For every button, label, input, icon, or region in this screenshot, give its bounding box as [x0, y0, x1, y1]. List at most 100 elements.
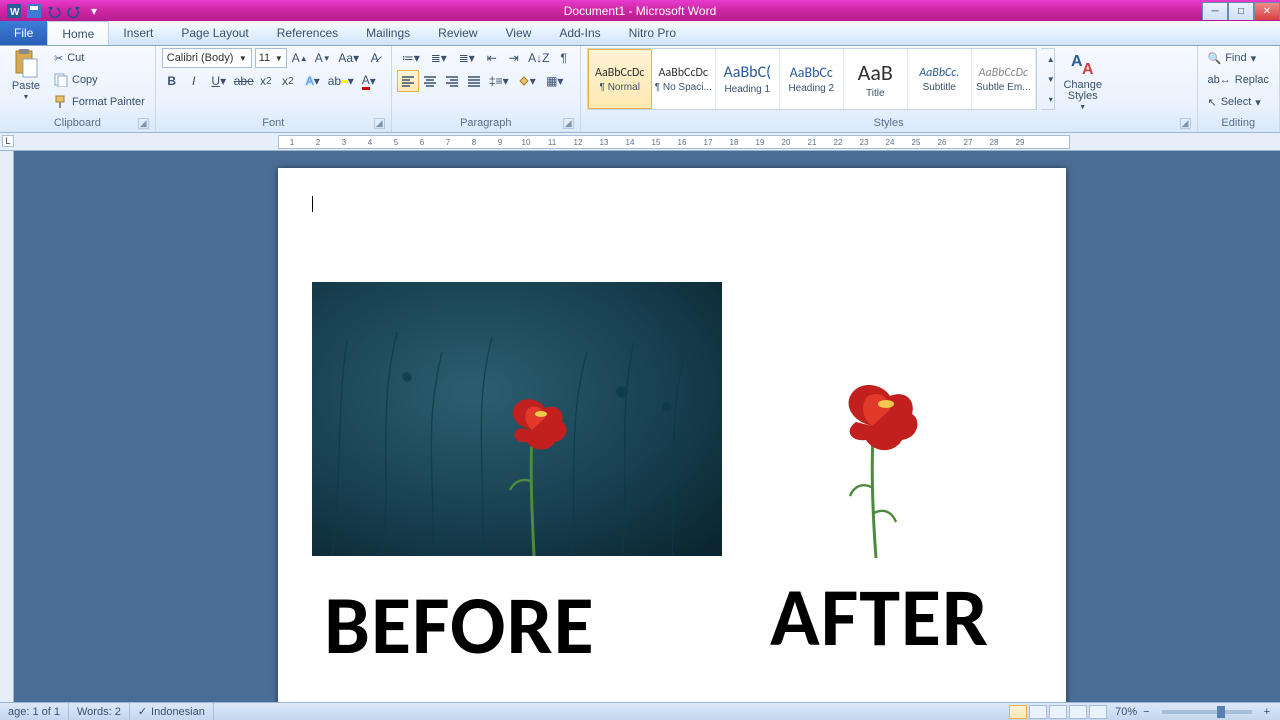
- status-language[interactable]: ✓Indonesian: [130, 703, 214, 720]
- horizontal-ruler[interactable]: 1234567891011121314151617181920212223242…: [278, 135, 1070, 149]
- styles-dialog-launcher[interactable]: ◢: [1180, 118, 1191, 129]
- change-styles-button[interactable]: AA Change Styles ▼: [1059, 48, 1107, 111]
- align-center-button[interactable]: [420, 71, 440, 91]
- minimize-button[interactable]: ─: [1202, 2, 1228, 20]
- tab-page-layout[interactable]: Page Layout: [167, 21, 262, 45]
- clipboard-dialog-launcher[interactable]: ◢: [138, 118, 149, 129]
- tab-mailings[interactable]: Mailings: [352, 21, 424, 45]
- borders-button[interactable]: ▦▾: [542, 71, 568, 91]
- align-left-button[interactable]: [398, 71, 418, 91]
- maximize-button[interactable]: □: [1228, 2, 1254, 20]
- undo-icon[interactable]: [46, 3, 62, 19]
- find-label: Find: [1225, 52, 1246, 64]
- eraser-icon: A̷: [371, 51, 379, 65]
- tab-home[interactable]: Home: [47, 21, 109, 45]
- word-icon[interactable]: W: [6, 3, 22, 19]
- italic-button[interactable]: I: [184, 71, 204, 91]
- styles-scroll-down[interactable]: ▼: [1041, 69, 1061, 89]
- style-heading-2[interactable]: AaBbCcHeading 2: [780, 49, 844, 109]
- redo-icon[interactable]: [66, 3, 82, 19]
- highlighter-icon: ab: [328, 74, 341, 88]
- font-size-combo[interactable]: 11▼: [255, 48, 287, 68]
- font-name-combo[interactable]: Calibri (Body)▼: [162, 48, 252, 68]
- justify-button[interactable]: [464, 71, 484, 91]
- select-button[interactable]: ↖Select ▾: [1204, 92, 1274, 112]
- tab-references[interactable]: References: [263, 21, 352, 45]
- title-bar: W ▾ Document1 - Microsoft Word ─ □ ✕: [0, 0, 1280, 21]
- paragraph-dialog-launcher[interactable]: ◢: [563, 118, 574, 129]
- vertical-ruler[interactable]: [0, 151, 14, 702]
- tab-review[interactable]: Review: [424, 21, 491, 45]
- styles-scroll-up[interactable]: ▲: [1041, 49, 1061, 69]
- zoom-slider-thumb[interactable]: [1217, 706, 1225, 718]
- decrease-indent-button[interactable]: ⇤: [482, 48, 502, 68]
- zoom-in-button[interactable]: +: [1260, 706, 1274, 718]
- font-dialog-launcher[interactable]: ◢: [374, 118, 385, 129]
- before-image[interactable]: [312, 282, 722, 556]
- view-draft[interactable]: [1089, 705, 1107, 719]
- tab-nitro[interactable]: Nitro Pro: [615, 21, 690, 45]
- multilevel-list-button[interactable]: ≣▾: [454, 48, 480, 68]
- replace-icon: ab↔: [1208, 74, 1231, 86]
- align-right-button[interactable]: [442, 71, 462, 91]
- sort-button[interactable]: A↓Z: [526, 48, 552, 68]
- format-painter-button[interactable]: Format Painter: [50, 92, 149, 112]
- increase-indent-button[interactable]: ⇥: [504, 48, 524, 68]
- tab-selector[interactable]: L: [2, 135, 14, 147]
- subscript-button[interactable]: x2: [256, 71, 276, 91]
- style--normal[interactable]: AaBbCcDc¶ Normal: [588, 49, 652, 109]
- style-gallery: AaBbCcDc¶ NormalAaBbCcDc¶ No Spaci...AaB…: [587, 48, 1037, 110]
- view-web-layout[interactable]: [1049, 705, 1067, 719]
- save-icon[interactable]: [26, 3, 42, 19]
- tab-addins[interactable]: Add-Ins: [545, 21, 614, 45]
- style-subtle-em-[interactable]: AaBbCcDcSubtle Em...: [972, 49, 1036, 109]
- grow-font-button[interactable]: A▲: [290, 48, 310, 68]
- view-full-screen[interactable]: [1029, 705, 1047, 719]
- style-subtitle[interactable]: AaBbCc.Subtitle: [908, 49, 972, 109]
- close-button[interactable]: ✕: [1254, 2, 1280, 20]
- bullets-button[interactable]: ≔▾: [398, 48, 424, 68]
- after-image[interactable]: [818, 378, 928, 558]
- change-case-button[interactable]: Aa▾: [336, 48, 362, 68]
- show-marks-button[interactable]: ¶: [554, 48, 574, 68]
- line-spacing-button[interactable]: ‡≡▾: [486, 71, 512, 91]
- zoom-slider[interactable]: [1162, 710, 1252, 714]
- style-preview: AaBbC(: [724, 63, 771, 82]
- underline-button[interactable]: U▾: [206, 71, 232, 91]
- strikethrough-button[interactable]: abe: [234, 71, 254, 91]
- text-effects-button[interactable]: A▾: [300, 71, 326, 91]
- zoom-value[interactable]: 70%: [1115, 706, 1137, 718]
- bold-button[interactable]: B: [162, 71, 182, 91]
- tab-view[interactable]: View: [492, 21, 546, 45]
- paste-button[interactable]: Paste ▼: [6, 48, 46, 101]
- find-button[interactable]: 🔍Find ▾: [1204, 48, 1274, 68]
- view-print-layout[interactable]: [1009, 705, 1027, 719]
- superscript-button[interactable]: x2: [278, 71, 298, 91]
- replace-button[interactable]: ab↔ Replac: [1204, 70, 1274, 90]
- style-title[interactable]: AaBTitle: [844, 49, 908, 109]
- highlight-button[interactable]: ab▾: [328, 71, 354, 91]
- status-page[interactable]: age: 1 of 1: [0, 703, 69, 720]
- status-words[interactable]: Words: 2: [69, 703, 130, 720]
- qat-more-icon[interactable]: ▾: [86, 3, 102, 19]
- style--no-spaci-[interactable]: AaBbCcDc¶ No Spaci...: [652, 49, 716, 109]
- replace-label: Replac: [1235, 74, 1269, 86]
- shrink-font-button[interactable]: A▼: [313, 48, 333, 68]
- copy-button[interactable]: Copy: [50, 70, 149, 90]
- numbering-button[interactable]: ≣▾: [426, 48, 452, 68]
- tab-file[interactable]: File: [0, 21, 47, 45]
- cut-button[interactable]: ✂Cut: [50, 48, 149, 68]
- copy-icon: [54, 73, 68, 87]
- style-preview: AaBbCcDc: [595, 66, 644, 80]
- style-label: Subtle Em...: [976, 82, 1030, 93]
- document-page[interactable]: BEFORE AFTER: [278, 168, 1066, 702]
- styles-expand[interactable]: ▾: [1041, 89, 1061, 109]
- font-color-button[interactable]: A▾: [356, 71, 382, 91]
- style-heading-1[interactable]: AaBbC(Heading 1: [716, 49, 780, 109]
- shading-button[interactable]: ▾: [514, 71, 540, 91]
- zoom-out-button[interactable]: −: [1139, 706, 1153, 718]
- tab-insert[interactable]: Insert: [109, 21, 167, 45]
- view-outline[interactable]: [1069, 705, 1087, 719]
- clear-formatting-button[interactable]: A̷: [365, 48, 385, 68]
- sort-icon: A↓Z: [528, 51, 549, 65]
